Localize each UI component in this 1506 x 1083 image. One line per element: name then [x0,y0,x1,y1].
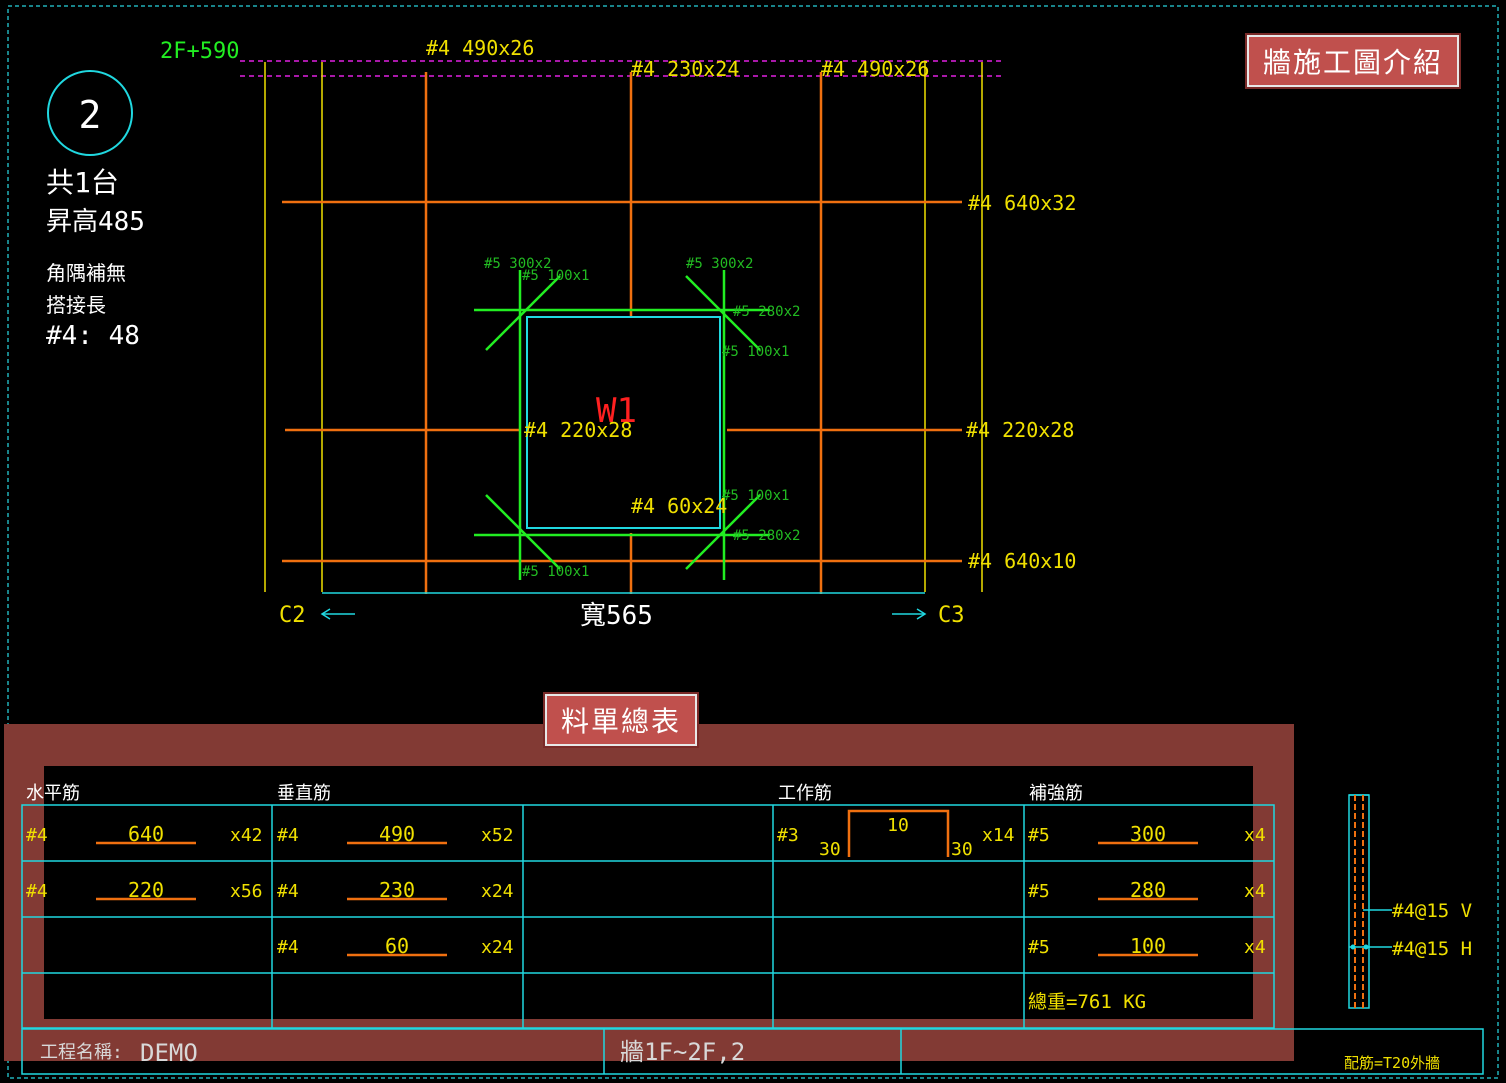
width-label: 寬565 [580,601,653,631]
title-label: 牆施工圖介紹 [1247,35,1460,87]
svg-text:#4: #4 [26,881,48,902]
svg-text:x14: x14 [982,825,1015,846]
mix-note: 配筋=T20外牆 [1344,1054,1440,1072]
svg-text:#4: #4 [277,881,299,902]
wall-count: 共1台 [46,166,119,199]
svg-text:x4: x4 [1244,881,1266,902]
svg-text:10: 10 [887,815,909,836]
rebar-label-top: #4 490x26 [821,57,929,81]
svg-text:x4: x4 [1244,825,1266,846]
svg-text:#4: #4 [277,937,299,958]
rebar-small-label: #5 280x2 [733,528,800,544]
rebar-small-label: #5 300x2 [686,256,753,272]
header-horizontal: 水平筋 [26,783,80,804]
svg-text:#4: #4 [277,825,299,846]
rebar-small-label: #5 100x1 [522,268,589,284]
rebar-label-top: #4 490x26 [426,36,534,60]
svg-text:30: 30 [951,839,973,860]
svg-text:#5: #5 [1028,825,1050,846]
wall-height: 昇高485 [46,207,145,237]
project-value: DEMO [140,1039,198,1067]
svg-text:x42: x42 [230,825,263,846]
left-column-label: C2 [279,603,306,628]
wall-section [1348,794,1392,1009]
svg-text:x56: x56 [230,881,263,902]
level-label: 2F+590 [160,39,239,64]
header-work: 工作筋 [778,783,832,804]
svg-text:#5: #5 [1028,937,1050,958]
corner-note: 角隅補無 [46,261,126,285]
rebar-label-right: #4 640x32 [968,191,1076,215]
svg-text:x52: x52 [481,825,514,846]
rebar-label-inner: #4 60x24 [631,494,727,518]
drawing-canvas: 2F+590 2 共1台 昇高485 角隅補無 搭接長 #4: 48 #5 30… [4,5,1499,1079]
svg-text:30: 30 [819,839,841,860]
rebar-label-inner: #4 220x28 [524,418,632,442]
svg-text:#5: #5 [1028,881,1050,902]
right-column-label: C3 [938,603,965,628]
rebar-label-right: #4 220x28 [966,418,1074,442]
left-arrow [320,608,355,620]
rebar-small-label: #5 100x1 [722,344,789,360]
lap-value: #4: 48 [46,321,140,351]
rebar-label-top: #4 230x24 [631,57,739,81]
section-horizontal-label: #4@15 H [1392,938,1472,960]
rebar-small-label: #5 100x1 [722,488,789,504]
header-vertical: 垂直筋 [277,783,331,804]
svg-text:#4: #4 [26,825,48,846]
svg-text:x24: x24 [481,937,514,958]
svg-text:x4: x4 [1244,937,1266,958]
section-vertical-label: #4@15 V [1392,900,1472,922]
rebar-label-right: #4 640x10 [968,549,1076,573]
wall-number: 2 [79,93,102,137]
header-reinforce: 補強筋 [1029,783,1083,804]
lap-title: 搭接長 [46,293,106,317]
svg-text:#3: #3 [777,825,799,846]
drawing-number: 牆1F~2F,2 [620,1038,745,1066]
svg-text:x24: x24 [481,881,514,902]
table-label: 料單總表 [545,694,698,746]
rebar-small-label: #5 280x2 [733,304,800,320]
project-label: 工程名稱: [40,1042,123,1063]
rebar-small-label: #5 100x1 [522,564,589,580]
total-weight: 總重=761 KG [1028,991,1146,1013]
right-arrow [892,608,927,620]
